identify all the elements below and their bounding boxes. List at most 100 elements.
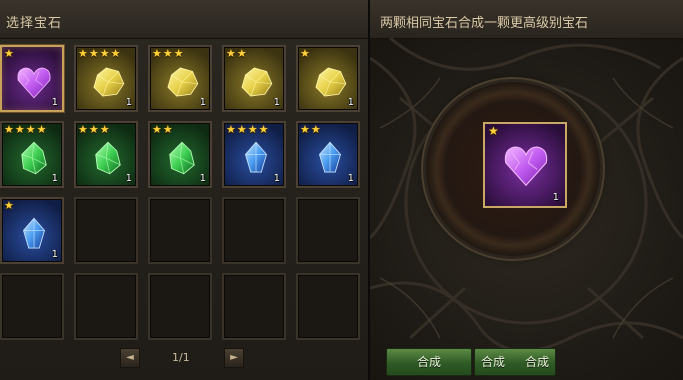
gem-slot-purple[interactable]: ★ 1 — [0, 45, 64, 112]
gem-count: 1 — [51, 173, 58, 184]
star-icon: ★ — [152, 123, 162, 136]
gem-count: 1 — [199, 173, 206, 184]
gem-count: 1 — [347, 173, 354, 184]
result-gem-count: 1 — [552, 192, 559, 203]
blue-gem-icon — [23, 217, 45, 249]
compose-button[interactable]: 合成 — [386, 348, 472, 376]
yellow-gem-icon — [167, 67, 199, 97]
star-rating: ★ ★ ★ ★ — [78, 48, 121, 59]
gem-inventory-header: 选择宝石 — [0, 0, 368, 39]
star-rating: ★ — [4, 48, 14, 59]
star-icon: ★ — [4, 123, 14, 136]
star-rating: ★ ★ ★ — [78, 124, 110, 135]
star-rating: ★ ★ ★ ★ — [226, 124, 269, 135]
star-icon: ★ — [99, 47, 110, 60]
gem-count: 1 — [273, 97, 280, 108]
gem-count: 1 — [199, 97, 206, 108]
synthesis-instruction: 两颗相同宝石合成一颗更高级别宝石 — [380, 16, 589, 31]
star-icon: ★ — [78, 47, 88, 60]
empty-gem-slot[interactable] — [296, 197, 360, 264]
page-indicator: 1/1 — [172, 351, 190, 364]
star-rating: ★ ★ — [152, 124, 173, 135]
star-icon: ★ — [14, 123, 25, 136]
star-icon: ★ — [152, 47, 162, 60]
gem-slot-blue[interactable]: ★ ★ 1 — [296, 121, 360, 188]
yellow-gem-icon — [93, 67, 125, 97]
star-rating: ★ — [300, 48, 310, 59]
compose-all-label-left: 合成 — [481, 355, 506, 369]
gem-count: 1 — [51, 97, 58, 108]
gem-slot-yellow[interactable]: ★ ★ 1 — [222, 45, 286, 112]
purple-gem-icon — [17, 67, 51, 99]
green-gem-icon — [21, 141, 47, 175]
star-icon: ★ — [110, 47, 121, 60]
star-icon: ★ — [300, 123, 310, 136]
synthesis-panel: 两颗相同宝石合成一颗更高级别宝石 ★ 1 合成 合成 合成 — [370, 0, 683, 380]
star-rating: ★ ★ ★ ★ — [4, 124, 47, 135]
star-icon: ★ — [226, 47, 236, 60]
gem-synthesis-window: 选择宝石 ★ 1 ★ ★ ★ ★ 1 ★ ★ ★ 1 ★ ★ 1 ★ 1 ★ ★ ★ ★ 1 ★ ★ ★ 1 ★ ★ 1 ★ ★ ★ ★ 1 ★ ★… — [0, 0, 683, 380]
star-icon: ★ — [78, 123, 88, 136]
gem-count: 1 — [125, 173, 132, 184]
star-icon: ★ — [162, 47, 173, 60]
green-gem-icon — [169, 141, 195, 175]
green-gem-icon — [95, 141, 121, 175]
star-icon: ★ — [4, 199, 14, 212]
star-icon: ★ — [99, 123, 110, 136]
gem-slot-yellow[interactable]: ★ ★ ★ 1 — [148, 45, 212, 112]
star-rating: ★ ★ ★ — [152, 48, 184, 59]
star-icon: ★ — [300, 47, 310, 60]
yellow-gem-icon — [315, 67, 347, 97]
star-rating: ★ ★ — [300, 124, 321, 135]
gem-slot-green[interactable]: ★ ★ ★ ★ 1 — [0, 121, 64, 188]
blue-gem-icon — [319, 141, 341, 173]
star-icon: ★ — [88, 123, 99, 136]
heart-gem-icon — [504, 146, 548, 187]
gem-slot-yellow[interactable]: ★ ★ ★ ★ 1 — [74, 45, 138, 112]
gem-grid: ★ 1 ★ ★ ★ ★ 1 ★ ★ ★ 1 ★ ★ 1 ★ 1 ★ ★ ★ ★ 1 ★ ★ ★ 1 ★ ★ 1 ★ ★ ★ ★ 1 ★ ★ 1 ★ 1 — [0, 45, 368, 340]
star-icon: ★ — [173, 47, 184, 60]
empty-gem-slot[interactable] — [0, 273, 64, 340]
star-icon: ★ — [236, 123, 247, 136]
gem-slot-yellow[interactable]: ★ 1 — [296, 45, 360, 112]
yellow-gem-icon — [241, 67, 273, 97]
star-icon: ★ — [488, 124, 499, 138]
star-icon: ★ — [236, 47, 247, 60]
result-star-rating: ★ — [488, 124, 499, 138]
gem-slot-green[interactable]: ★ ★ 1 — [148, 121, 212, 188]
compose-all-label-right: 合成 — [524, 355, 549, 369]
gem-count: 1 — [273, 173, 280, 184]
prev-page-button[interactable]: ◄ — [120, 348, 140, 368]
star-rating: ★ ★ — [226, 48, 247, 59]
blue-gem-icon — [245, 141, 267, 173]
empty-gem-slot[interactable] — [222, 197, 286, 264]
empty-gem-slot[interactable] — [222, 273, 286, 340]
pagination: ◄ 1/1 ► — [0, 344, 368, 374]
gem-count: 1 — [347, 97, 354, 108]
star-icon: ★ — [88, 47, 99, 60]
star-icon: ★ — [4, 47, 14, 60]
star-icon: ★ — [226, 123, 236, 136]
gem-inventory-panel: 选择宝石 ★ 1 ★ ★ ★ ★ 1 ★ ★ ★ 1 ★ ★ 1 ★ 1 ★ ★ ★ ★ 1 ★ ★ ★ 1 ★ ★ 1 ★ ★ ★ ★ 1 ★ ★… — [0, 0, 370, 380]
compose-all-button[interactable]: 合成 合成 — [474, 348, 556, 376]
empty-gem-slot[interactable] — [74, 273, 138, 340]
gem-slot-blue[interactable]: ★ 1 — [0, 197, 64, 264]
gem-inventory-title: 选择宝石 — [6, 16, 63, 31]
synthesis-header: 两颗相同宝石合成一颗更高级别宝石 — [370, 0, 683, 39]
gem-slot-blue[interactable]: ★ ★ ★ ★ 1 — [222, 121, 286, 188]
empty-gem-slot[interactable] — [296, 273, 360, 340]
empty-gem-slot[interactable] — [74, 197, 138, 264]
star-icon: ★ — [247, 123, 258, 136]
gem-count: 1 — [125, 97, 132, 108]
star-icon: ★ — [258, 123, 269, 136]
star-icon: ★ — [310, 123, 321, 136]
result-gem-slot[interactable]: ★ 1 — [483, 122, 567, 208]
star-icon: ★ — [162, 123, 173, 136]
gem-count: 1 — [51, 249, 58, 260]
star-icon: ★ — [25, 123, 36, 136]
next-page-button[interactable]: ► — [224, 348, 244, 368]
star-rating: ★ — [4, 200, 14, 211]
empty-gem-slot[interactable] — [148, 273, 212, 340]
empty-gem-slot[interactable] — [148, 197, 212, 264]
gem-slot-green[interactable]: ★ ★ ★ 1 — [74, 121, 138, 188]
